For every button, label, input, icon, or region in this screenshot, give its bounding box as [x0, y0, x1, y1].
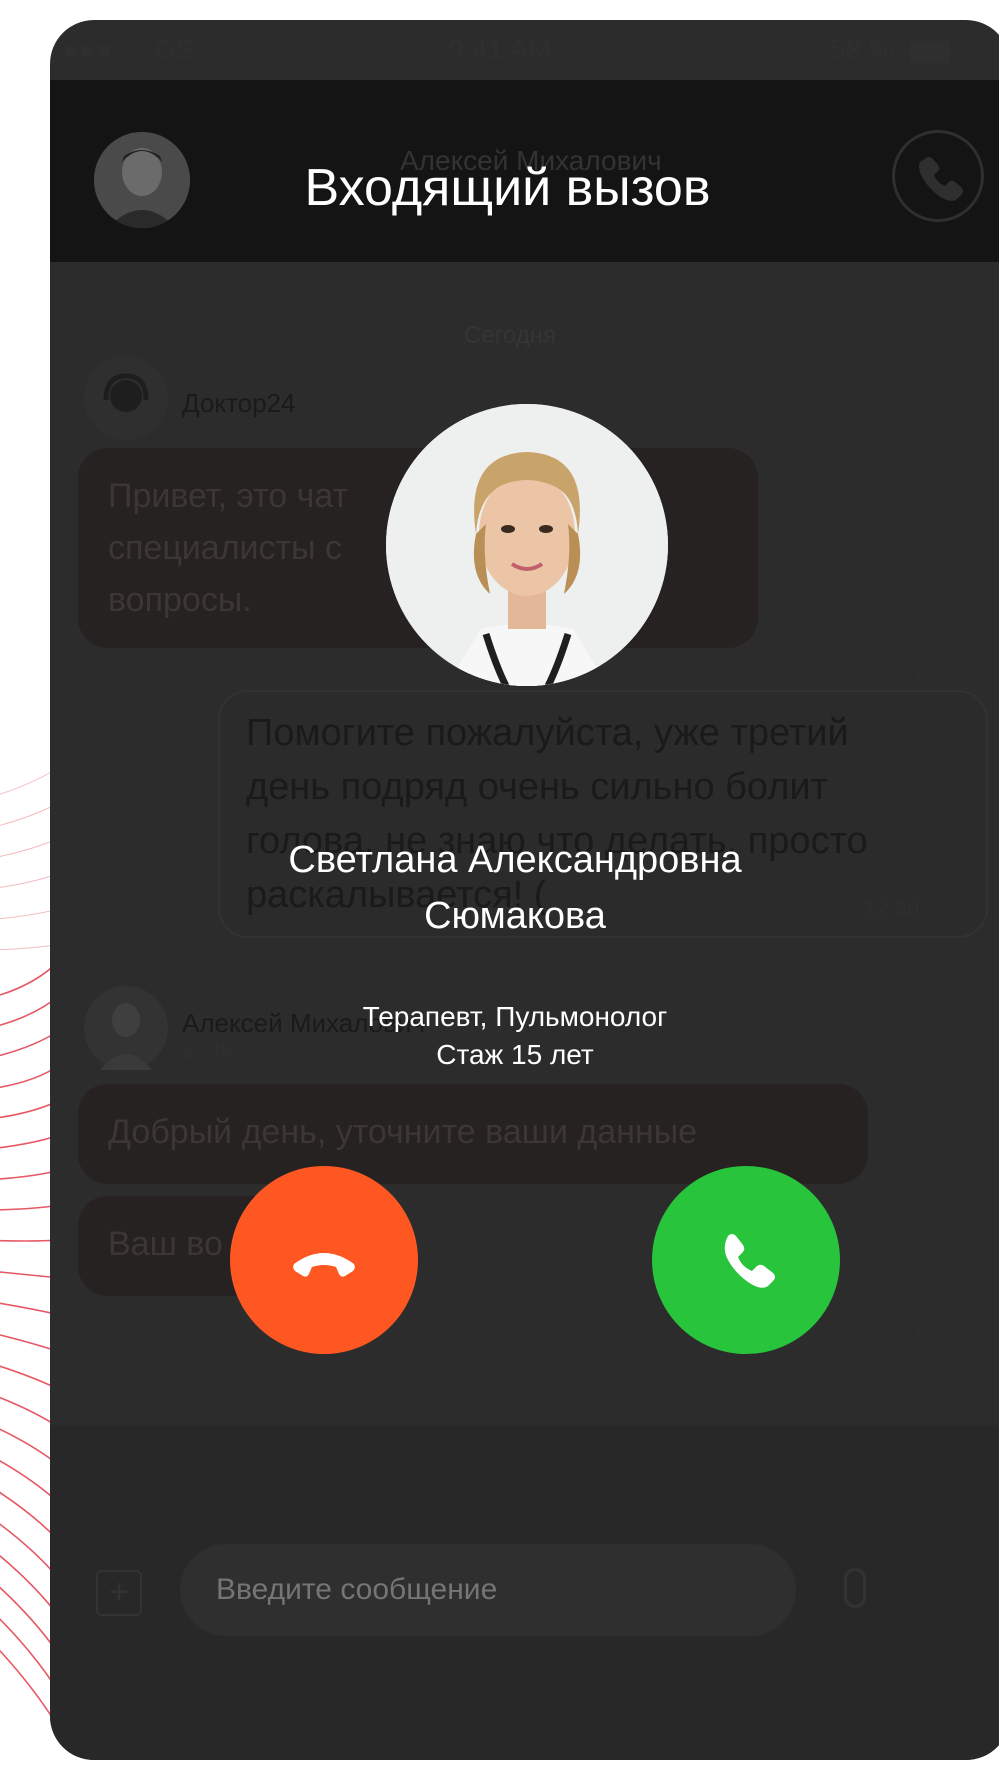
status-time: 9:41 AM: [448, 34, 552, 65]
status-bar: ●●●○○ GS 9:41 AM 58 %: [50, 20, 999, 80]
caller-details: Терапевт, Пульмонолог Стаж 15 лет: [50, 998, 980, 1074]
attach-icon[interactable]: +: [96, 1570, 142, 1616]
phone-screen: ●●●○○ GS 9:41 AM 58 % Алексей Михалович …: [50, 20, 999, 1760]
headset-icon: [103, 373, 149, 412]
message-line: день подряд очень сильно болит: [246, 766, 829, 808]
caller-name-line1: Светлана Александровна: [288, 839, 742, 881]
doctor-photo: [386, 404, 668, 686]
chat-header: Алексей Михалович Входящий вызов: [50, 80, 999, 262]
caller-specialty: Терапевт, Пульмонолог: [362, 1001, 668, 1032]
decline-call-icon: [293, 1253, 355, 1277]
phone-icon: [919, 157, 963, 201]
caller-name: Светлана Александровна Сюмакова: [50, 832, 980, 944]
date-separator: Сегодня: [464, 322, 556, 349]
doctor-portrait: [386, 404, 668, 686]
sender-name: Доктор24: [182, 388, 296, 418]
battery-icon: [909, 40, 950, 63]
accept-call-icon: [724, 1234, 775, 1288]
caller-experience: Стаж 15 лет: [436, 1039, 594, 1070]
doctor24-avatar: [84, 356, 168, 440]
message-line: Помогите пожалуйста, уже третий: [246, 712, 849, 754]
incoming-call-title: Входящий вызов: [304, 159, 711, 217]
message-time: 12:30: [912, 666, 968, 691]
phone-call-button[interactable]: [892, 130, 984, 222]
message-input[interactable]: [180, 1544, 796, 1636]
mic-icon[interactable]: [844, 1568, 866, 1608]
message-time: 12:30: [912, 1316, 968, 1341]
battery-status: 58 %: [830, 20, 950, 80]
decline-call-button[interactable]: [230, 1166, 418, 1354]
accept-call-button[interactable]: [652, 1166, 840, 1354]
battery-label: 58 %: [830, 34, 894, 65]
caller-name-line2: Сюмакова: [424, 895, 606, 937]
message-line: Добрый день, уточните ваши данные: [108, 1113, 698, 1151]
